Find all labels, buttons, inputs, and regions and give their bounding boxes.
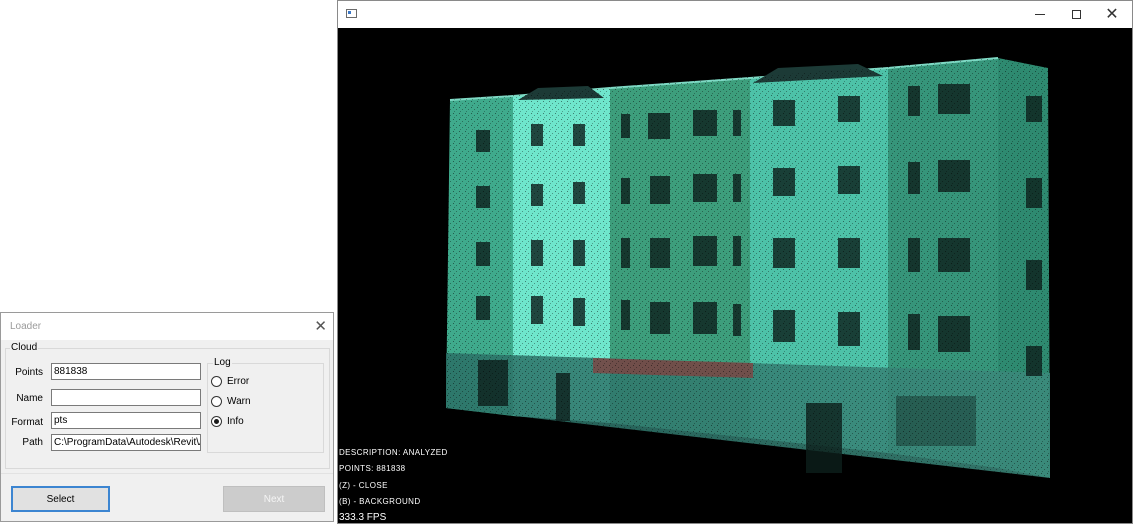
maximize-button[interactable] <box>1058 1 1094 28</box>
radio-error[interactable] <box>211 376 222 387</box>
log-option-info[interactable]: Info <box>211 416 244 427</box>
loader-dialog: Loader ✕ Cloud Points 881838 Name Format… <box>0 312 334 522</box>
minimize-icon <box>1035 14 1045 15</box>
loader-titlebar[interactable]: Loader ✕ <box>1 313 333 340</box>
loader-title: Loader <box>10 321 42 332</box>
app-icon <box>346 9 357 18</box>
log-option-error-label: Error <box>227 376 250 387</box>
points-field[interactable]: 881838 <box>51 363 201 380</box>
close-button[interactable]: ✕ <box>1094 1 1130 28</box>
log-option-info-label: Info <box>227 416 244 427</box>
log-group-label: Log <box>213 357 232 368</box>
format-field[interactable]: pts <box>51 412 201 429</box>
viewer-titlebar[interactable]: ✕ <box>338 1 1132 28</box>
radio-info[interactable] <box>211 416 222 427</box>
overlay-description: DESCRIPTION: ANALYZED <box>339 448 448 457</box>
log-option-warn[interactable]: Warn <box>211 396 251 407</box>
name-field[interactable] <box>51 389 201 406</box>
overlay-fps: 333.3 FPS <box>339 512 387 523</box>
minimize-button[interactable] <box>1022 1 1058 28</box>
name-label: Name <box>16 393 43 404</box>
next-button[interactable]: Next <box>223 486 325 512</box>
points-label: Points <box>15 367 43 378</box>
building-point-cloud <box>446 57 1050 478</box>
overlay-close-hint: (Z) - CLOSE <box>339 481 388 490</box>
close-icon: ✕ <box>1105 5 1119 23</box>
radio-warn[interactable] <box>211 396 222 407</box>
point-cloud-viewport[interactable]: DESCRIPTION: ANALYZED POINTS: 881838 (Z)… <box>338 28 1132 523</box>
overlay-points: POINTS: 881838 <box>339 464 406 473</box>
path-field[interactable]: C:\ProgramData\Autodesk\Revit\A <box>51 434 201 451</box>
cloud-group-label: Cloud <box>10 342 39 353</box>
select-button[interactable]: Select <box>11 486 110 512</box>
log-option-error[interactable]: Error <box>211 376 249 387</box>
maximize-icon <box>1071 10 1081 19</box>
format-label: Format <box>11 417 43 428</box>
log-option-warn-label: Warn <box>227 396 251 407</box>
loader-close-icon[interactable]: ✕ <box>314 317 327 335</box>
overlay-background-hint: (B) - BACKGROUND <box>339 497 421 506</box>
point-cloud-viewer-window: ✕ DESCRIPTION: ANALYZED POINTS: 881838 (… <box>337 0 1133 524</box>
path-label: Path <box>22 437 43 448</box>
